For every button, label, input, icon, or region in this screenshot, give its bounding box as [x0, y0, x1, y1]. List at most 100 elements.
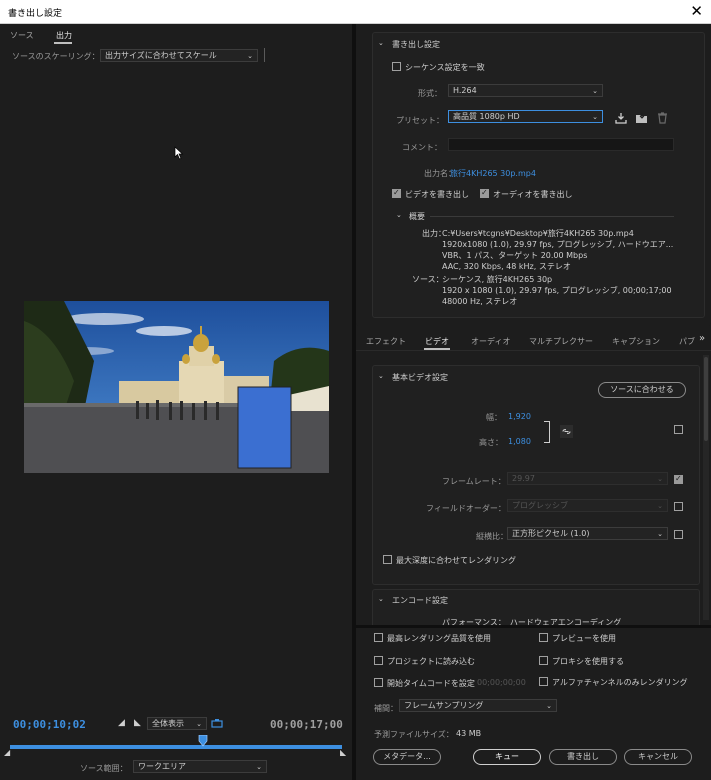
delete-preset-icon[interactable] [657, 112, 668, 124]
field-order-dropdown[interactable]: プログレッシブ ⌄ [507, 499, 668, 512]
height-value[interactable]: 1,080 [508, 437, 531, 446]
placeholder-rect [237, 386, 292, 469]
proxy-label: プロキシを使用する [552, 657, 624, 666]
chevron-down-icon: ⌄ [256, 763, 262, 771]
tab-effects[interactable]: エフェクト [366, 336, 406, 347]
link-icon[interactable] [560, 425, 573, 438]
timeline-track[interactable] [10, 745, 342, 749]
more-tabs-icon[interactable]: » [699, 333, 705, 344]
cancel-button[interactable]: キャンセル [624, 749, 692, 765]
save-preset-icon[interactable] [615, 112, 627, 124]
tab-output[interactable]: 出力 [56, 30, 72, 41]
link-bracket [544, 421, 550, 443]
range-end-handle[interactable]: ◣ [340, 748, 346, 757]
interpolation-dropdown[interactable]: フレームサンプリング ⌄ [399, 699, 557, 712]
cursor-icon [174, 146, 184, 160]
tab-captions[interactable]: キャプション [612, 336, 660, 347]
filesize-label: 予測ファイルサイズ： [374, 730, 454, 739]
aspect-dropdown[interactable]: 正方形ピクセル (1.0) ⌄ [507, 527, 668, 540]
playhead-handle[interactable] [198, 735, 208, 747]
comment-label: コメント： [402, 143, 442, 152]
export-settings-panel: ⌄ 書き出し設定 シーケンス設定を一致 形式： H.264 ⌄ プリセット： 高品… [356, 24, 711, 326]
chevron-down-icon: ⌄ [247, 52, 253, 60]
chevron-down-icon: ⌄ [657, 475, 663, 483]
mark-out-icon[interactable]: ◣ [134, 718, 141, 728]
aspect-value: 正方形ピクセル (1.0) [512, 529, 590, 538]
match-sequence-checkbox[interactable] [392, 62, 401, 71]
interpolation-value: フレームサンプリング [404, 701, 484, 710]
scrollbar-thumb[interactable] [704, 357, 708, 441]
timecode-start[interactable]: 00;00;10;02 [13, 718, 86, 731]
chevron-down-icon: ⌄ [592, 113, 598, 121]
match-sequence-label: シーケンス設定を一致 [405, 63, 485, 72]
preview-label: プレビューを使用 [552, 634, 616, 643]
tab-underline [54, 42, 72, 44]
width-label: 幅： [486, 413, 502, 422]
output-name-link[interactable]: 旅行4KH265 30p.mp4 [450, 168, 536, 179]
tab-source[interactable]: ソース [10, 30, 34, 41]
tab-audio[interactable]: オーディオ [471, 336, 510, 347]
preview-checkbox[interactable] [539, 633, 548, 642]
aspect-checkbox[interactable] [674, 530, 683, 539]
field-order-label: フィールドオーダー： [426, 504, 506, 513]
framerate-dropdown[interactable]: 29.97 ⌄ [507, 472, 668, 485]
export-button[interactable]: 書き出し [549, 749, 617, 765]
preset-label: プリセット： [396, 116, 444, 125]
tab-publish[interactable]: パブ [679, 336, 695, 347]
scaling-label: ソースのスケーリング： [12, 52, 100, 61]
video-preview-image [24, 301, 329, 473]
chevron-down-icon[interactable]: ⌄ [396, 211, 402, 219]
field-order-value: プログレッシブ [512, 501, 568, 510]
chevron-down-icon[interactable]: ⌄ [378, 372, 384, 380]
tab-video[interactable]: ビデオ [425, 336, 449, 347]
import-label: プロジェクトに読み込む [387, 657, 475, 666]
import-checkbox[interactable] [374, 656, 383, 665]
close-icon[interactable]: ✕ [690, 2, 703, 20]
alpha-checkbox[interactable] [539, 677, 548, 686]
scaling-dropdown[interactable]: 出力サイズに合わせてスケール ⌄ [100, 49, 258, 62]
chevron-down-icon: ⌄ [546, 702, 552, 710]
framerate-checkbox[interactable] [674, 474, 683, 484]
export-section-title: 書き出し設定 [392, 40, 440, 49]
range-start-handle[interactable]: ◢ [4, 748, 10, 757]
start-timecode-checkbox[interactable] [374, 678, 383, 687]
framerate-label: フレームレート： [442, 477, 506, 486]
filesize-value: 43 MB [456, 729, 482, 738]
start-timecode-label: 開始タイムコードを設定 [387, 679, 475, 688]
comment-input[interactable] [448, 138, 674, 151]
resolution-override-checkbox[interactable] [674, 425, 683, 434]
aspect-toggle-icon[interactable] [211, 718, 223, 730]
metadata-button[interactable]: メタデータ... [373, 749, 441, 765]
window-title: 書き出し設定 [8, 9, 63, 19]
max-depth-label: 最大深度に合わせてレンダリング [396, 556, 516, 565]
export-audio-checkbox[interactable] [480, 188, 489, 198]
summary-line: シーケンス, 旅行4KH265 30p [442, 275, 553, 284]
chevron-down-icon[interactable]: ⌄ [378, 39, 384, 47]
queue-button[interactable]: キュー [473, 749, 541, 765]
height-label: 高さ： [479, 438, 503, 447]
max-quality-label: 最高レンダリング品質を使用 [387, 634, 491, 643]
width-value[interactable]: 1,920 [508, 412, 531, 421]
max-quality-checkbox[interactable] [374, 633, 383, 642]
tab-multiplexer[interactable]: マルチプレクサー [529, 336, 593, 347]
export-video-checkbox[interactable] [392, 188, 401, 198]
export-video-label: ビデオを書き出し [405, 190, 469, 199]
format-dropdown[interactable]: H.264 ⌄ [448, 84, 603, 97]
title-bar: 書き出し設定 ✕ [0, 0, 711, 24]
zoom-dropdown[interactable]: 全体表示 ⌄ [147, 717, 207, 730]
source-summary: シーケンス, 旅行4KH265 30p 1920 x 1080 (1.0), 2… [442, 274, 672, 307]
import-preset-icon[interactable] [635, 112, 648, 124]
field-order-checkbox[interactable] [674, 502, 683, 511]
preset-value: 高品質 1080p HD [453, 112, 520, 121]
preset-dropdown[interactable]: 高品質 1080p HD ⌄ [448, 110, 603, 123]
summary-line: 1920 x 1080 (1.0), 29.97 fps, プログレッシブ, 0… [442, 286, 672, 295]
source-range-dropdown[interactable]: ワークエリア ⌄ [133, 760, 267, 773]
match-source-button[interactable]: ソースに合わせる [598, 382, 686, 398]
max-depth-checkbox[interactable] [383, 555, 392, 564]
interpolation-label: 補間： [374, 704, 398, 713]
proxy-checkbox[interactable] [539, 656, 548, 665]
chevron-down-icon: ⌄ [657, 502, 663, 510]
chevron-down-icon[interactable]: ⌄ [378, 595, 384, 603]
alpha-label: アルファチャンネルのみレンダリング [552, 678, 688, 687]
mark-in-icon[interactable]: ◢ [118, 718, 125, 728]
